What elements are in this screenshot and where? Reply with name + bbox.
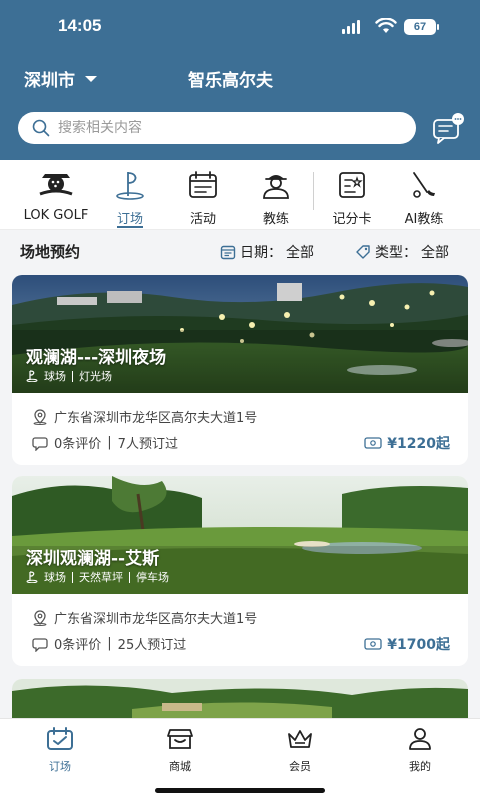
app-title: 智乐高尔夫 [188, 71, 273, 91]
tag-icon [356, 245, 370, 259]
category-label: 活动 [189, 212, 216, 227]
section-title: 场地预约 [20, 243, 81, 261]
price-text: ¥1700起 [387, 637, 450, 653]
tag-separator [129, 571, 130, 583]
golf-logo-icon [39, 174, 73, 196]
course-name: 深圳观澜湖--艾斯 [26, 549, 160, 569]
status-time: 14:05 [58, 16, 102, 35]
battery-icon: 67 [404, 19, 436, 35]
type-filter-value: 全部 [421, 245, 449, 261]
tab-shop[interactable]: 商城 [140, 727, 220, 774]
course-price: ¥1220起 [364, 433, 450, 453]
course-meta: 0条评价 | 7人预订过 [32, 433, 178, 452]
tab-label: 我的 [409, 760, 431, 773]
calendar-small-icon [220, 245, 236, 260]
tag-separator [72, 571, 73, 583]
status-bar: 14:05 67 [0, 14, 480, 42]
active-indicator [117, 226, 143, 228]
course-card[interactable]: 深圳观澜湖--艾斯 球场 天然草坪 停车场 广东省深圳市龙华区高尔夫大道1号 0… [12, 476, 468, 666]
course-tag: 灯光场 [79, 370, 112, 383]
user-icon [409, 728, 431, 750]
review-icon [32, 637, 48, 652]
golf-flag-small-icon [26, 571, 38, 583]
tab-label: 商城 [169, 760, 191, 773]
price-text: ¥1220起 [387, 436, 450, 452]
message-icon[interactable] [432, 112, 468, 144]
category-coach[interactable]: 教练 [236, 170, 316, 227]
category-booking[interactable]: 订场 [90, 170, 170, 228]
course-name: 观澜湖---深圳夜场 [26, 348, 167, 368]
date-filter-value: 全部 [286, 245, 314, 261]
category-lok-golf[interactable]: LOK GOLF [16, 170, 96, 223]
tab-member[interactable]: 会员 [260, 727, 340, 774]
golf-flag-icon [116, 172, 144, 200]
category-activity[interactable]: 活动 [163, 170, 243, 227]
course-tags: 球场 灯光场 [26, 368, 112, 384]
shop-icon [167, 729, 193, 749]
date-filter-label: 日期： [240, 245, 282, 261]
category-label: 订场 [116, 212, 143, 227]
tab-booking[interactable]: 订场 [20, 727, 100, 774]
tab-profile[interactable]: 我的 [380, 727, 460, 774]
home-indicator [155, 788, 325, 793]
search-input[interactable] [58, 120, 378, 136]
course-price: ¥1700起 [364, 634, 450, 654]
booking-icon [47, 727, 73, 750]
type-filter[interactable]: 类型： 全部 [355, 242, 449, 262]
location-icon [33, 408, 47, 425]
golf-flag-small-icon [26, 370, 38, 382]
tab-label: 订场 [49, 760, 71, 773]
battery-tip [437, 24, 439, 30]
caret-down-icon [85, 75, 97, 82]
meta-separator: | [107, 435, 112, 450]
top-header: 14:05 67 深圳市 智乐高尔夫 [0, 0, 480, 160]
category-label: 教练 [262, 212, 289, 227]
signal-icon [342, 20, 360, 34]
search-bar[interactable] [18, 112, 416, 144]
calendar-icon [189, 171, 217, 198]
review-icon [32, 436, 48, 451]
city-label: 深圳市 [24, 71, 75, 91]
tag-separator [72, 370, 73, 382]
course-card[interactable]: 观澜湖---深圳夜场 球场 灯光场 广东省深圳市龙华区高尔夫大道1号 0条评价 … [12, 275, 468, 465]
address-text: 广东省深圳市龙华区高尔夫大道1号 [54, 411, 258, 426]
money-icon [364, 437, 382, 449]
date-filter[interactable]: 日期： 全部 [220, 242, 314, 262]
course-address: 广东省深圳市龙华区高尔夫大道1号 [32, 608, 257, 627]
money-icon [364, 638, 382, 650]
tab-label: 会员 [289, 760, 311, 773]
course-meta: 0条评价 | 25人预订过 [32, 634, 186, 653]
course-tag: 停车场 [136, 571, 169, 584]
category-ai-coach[interactable]: AI教练 [384, 170, 464, 227]
golf-club-icon [413, 172, 435, 198]
wifi-icon [375, 18, 397, 33]
city-selector[interactable]: 深圳市 [24, 66, 97, 91]
section-header: 场地预约 日期： 全部 类型： 全部 [0, 236, 480, 268]
course-tag: 球场 [44, 571, 66, 584]
category-label: AI教练 [404, 212, 444, 227]
crown-icon [288, 730, 312, 748]
scorecard-icon [339, 172, 365, 198]
type-filter-label: 类型： [375, 245, 417, 261]
coach-icon [263, 175, 289, 199]
category-label: LOK GOLF [23, 208, 89, 223]
course-tag: 球场 [44, 370, 66, 383]
category-scorecard[interactable]: 记分卡 [312, 170, 392, 227]
course-tag: 天然草坪 [79, 571, 123, 584]
location-icon [33, 609, 47, 626]
booking-count: 25人预订过 [117, 638, 187, 653]
category-bar: LOK GOLF 订场 活动 教练 记分卡 AI教练 [0, 160, 480, 230]
address-text: 广东省深圳市龙华区高尔夫大道1号 [54, 612, 258, 627]
search-icon [32, 119, 50, 137]
category-label: 记分卡 [332, 212, 372, 227]
review-count: 0条评价 [54, 437, 102, 452]
course-tags: 球场 天然草坪 停车场 [26, 569, 169, 585]
review-count: 0条评价 [54, 638, 102, 653]
booking-count: 7人预订过 [117, 437, 178, 452]
course-address: 广东省深圳市龙华区高尔夫大道1号 [32, 407, 257, 426]
meta-separator: | [107, 636, 112, 651]
